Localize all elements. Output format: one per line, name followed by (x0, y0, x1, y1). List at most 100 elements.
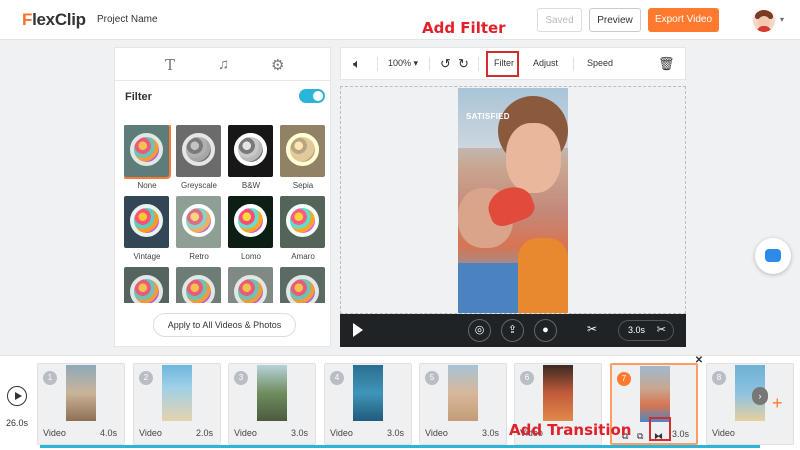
microphone-icon[interactable]: ● (534, 319, 557, 342)
filter-bowl-image (130, 133, 163, 166)
music-icon[interactable]: ♫ (218, 56, 229, 73)
toggle-knob (313, 91, 323, 101)
filter-bowl-image (234, 133, 267, 166)
transition-highlight (649, 417, 671, 441)
duration-value: 3.0s (628, 325, 646, 335)
filter-thumb (280, 267, 325, 303)
avatar-body (757, 26, 771, 32)
player-bar: ◎ ⇪ ● ✂ 3.0s ✂ (340, 314, 686, 347)
clip-length: 3.0s (386, 428, 404, 438)
clip-number: 6 (520, 371, 534, 385)
chat-button[interactable] (755, 238, 791, 274)
filter-item-none[interactable]: None (124, 125, 171, 190)
filter-item-bw[interactable]: B&W (228, 125, 274, 190)
filter-item-retro[interactable]: Retro (176, 196, 222, 261)
saved-button[interactable]: Saved (537, 8, 582, 32)
speed-button[interactable]: Speed (587, 58, 613, 68)
filter-item-amaro[interactable]: Amaro (280, 196, 326, 261)
chevron-down-icon[interactable]: ▾ (780, 15, 784, 24)
clip-number: 5 (425, 371, 439, 385)
clip-thumbnail (448, 365, 478, 421)
filter-item-vintage[interactable]: Vintage (124, 196, 170, 261)
preview-button[interactable]: Preview (589, 8, 641, 32)
chat-bubble-icon (765, 249, 781, 262)
filter-bowl-image (234, 275, 267, 303)
flexclip-logo[interactable]: FlexClip (22, 10, 86, 30)
clip-thumbnail (162, 365, 192, 421)
timeline-clip[interactable]: 4 Video 3.0s (324, 363, 412, 445)
timeline-clip[interactable]: 3 Video 3.0s (228, 363, 316, 445)
trash-icon[interactable]: 🗑︎ (658, 56, 675, 72)
clip-type: Video (139, 428, 162, 438)
undo-icon[interactable]: ↺ (440, 56, 451, 72)
timeline-clip[interactable]: 1 Video 4.0s (37, 363, 125, 445)
chevron-right-icon[interactable]: › (752, 387, 768, 405)
zoom-select[interactable]: 100% ▾ (388, 58, 418, 69)
video-water (458, 263, 518, 313)
globe-icon[interactable]: ◎ (468, 319, 491, 342)
filter-item-greyscale[interactable]: Greyscale (176, 125, 222, 190)
filter-toggle[interactable] (299, 89, 325, 103)
filter-item-more[interactable] (280, 267, 326, 303)
filter-label: Vintage (133, 252, 161, 261)
timeline-scrollbar[interactable] (40, 445, 760, 448)
filter-bowl-image (234, 204, 267, 237)
video-canvas: SATISFIED (340, 86, 686, 314)
filter-thumb (124, 196, 169, 248)
play-icon[interactable] (353, 323, 363, 337)
clip-type: Video (330, 428, 353, 438)
timeline-clip[interactable]: 2 Video 2.0s (133, 363, 221, 445)
close-icon[interactable]: ✕ (693, 355, 705, 367)
duplicate-icon[interactable]: ⧉ (637, 431, 643, 442)
video-caption[interactable]: SATISFIED (466, 112, 510, 121)
video-face (506, 123, 561, 193)
timeline-play-button[interactable] (7, 386, 27, 406)
add-clip-icon[interactable]: + (772, 393, 783, 414)
filter-label: None (137, 181, 157, 190)
project-name[interactable]: Project Name (97, 14, 158, 25)
clip-thumbnail (353, 365, 383, 421)
divider (377, 57, 378, 71)
timeline-clip[interactable]: 5 Video 3.0s (419, 363, 507, 445)
clip-type: Video (425, 428, 448, 438)
export-video-button[interactable]: Export Video (648, 8, 719, 32)
filter-item-more[interactable] (124, 267, 170, 303)
filter-thumb (280, 125, 325, 177)
filter-item-lomo[interactable]: Lomo (228, 196, 274, 261)
filter-label: B&W (241, 181, 261, 190)
scissors-icon[interactable]: ✂ (657, 321, 666, 340)
filter-title: Filter (125, 91, 152, 103)
adjust-button[interactable]: Adjust (533, 58, 558, 68)
redo-icon[interactable]: ↻ (458, 56, 469, 72)
divider (478, 57, 479, 71)
filter-bowl-image (286, 275, 319, 303)
clip-type: Video (234, 428, 257, 438)
upload-icon[interactable]: ⇪ (501, 319, 524, 342)
filter-bowl-image (182, 204, 215, 237)
filter-thumb (228, 267, 273, 303)
filter-item-more[interactable] (176, 267, 222, 303)
video-shirt (518, 238, 568, 313)
split-icon[interactable]: ✂ (587, 322, 597, 336)
clip-thumbnail (66, 365, 96, 421)
filter-thumb (176, 125, 221, 177)
filter-item-more[interactable] (228, 267, 274, 303)
filter-thumb (124, 125, 171, 179)
annotation-add-filter: Add Filter (422, 19, 506, 37)
zoom-value: 100% (388, 58, 412, 68)
filter-item-sepia[interactable]: Sepia (280, 125, 326, 190)
volume-icon[interactable]: 🔈︎ (353, 56, 361, 72)
apply-all-button[interactable]: Apply to All Videos & Photos (153, 313, 296, 337)
top-bar: FlexClip Project Name Saved Preview Expo… (0, 0, 800, 40)
clip-number: 7 (617, 372, 631, 386)
filter-tool-button[interactable]: Filter (494, 58, 514, 68)
text-icon[interactable]: T (165, 56, 175, 74)
video-preview[interactable]: SATISFIED (458, 88, 568, 313)
filter-label: Lomo (240, 252, 261, 261)
clip-length: 3.0s (481, 428, 499, 438)
clip-length: 2.0s (195, 428, 213, 438)
logo-text: lexClip (32, 10, 86, 29)
settings-icon[interactable]: ⚙ (271, 56, 284, 74)
avatar[interactable] (753, 10, 775, 32)
clip-duration[interactable]: 3.0s ✂ (618, 320, 674, 341)
